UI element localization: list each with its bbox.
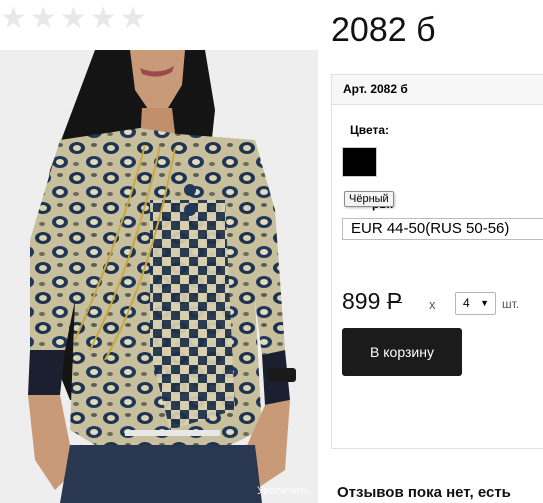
unit-label: шт. [502,297,520,311]
size-option[interactable]: EUR 44-50(RUS 50-56) [342,218,543,240]
price: 899 Р [342,288,402,315]
quantity-select[interactable]: 4 ▼ [455,292,496,315]
star-icon[interactable]: ★ [0,4,27,34]
product-image [0,50,318,503]
color-swatch-black[interactable] [342,147,377,177]
article-header: Арт. 2082 б [332,75,543,105]
color-tooltip: Чёрный [344,191,394,207]
star-icon[interactable]: ★ [120,4,147,34]
purchase-panel: Арт. 2082 б Цвета: ры: Чёрный EUR 44-50(… [331,74,543,449]
zoom-link[interactable]: Увеличить [257,485,310,497]
currency-symbol: Р [386,288,403,314]
colors-label: Цвета: [350,123,390,137]
panel-body: Цвета: ры: Чёрный EUR 44-50(RUS 50-56) 8… [332,105,543,448]
reviews-text: Отзывов пока нет, есть [337,484,511,501]
rating-stars[interactable]: ★ ★ ★ ★ ★ [0,4,147,34]
page-title: 2082 б [331,11,436,49]
price-value: 899 [342,288,381,314]
add-to-cart-button[interactable]: В корзину [342,328,462,376]
quantity-value: 4 [463,296,470,310]
star-icon[interactable]: ★ [60,4,87,34]
star-icon[interactable]: ★ [90,4,117,34]
multiply-sign: х [429,297,436,312]
star-icon[interactable]: ★ [30,4,57,34]
chevron-down-icon: ▼ [480,298,489,308]
product-photo[interactable]: Увеличить [0,50,318,503]
